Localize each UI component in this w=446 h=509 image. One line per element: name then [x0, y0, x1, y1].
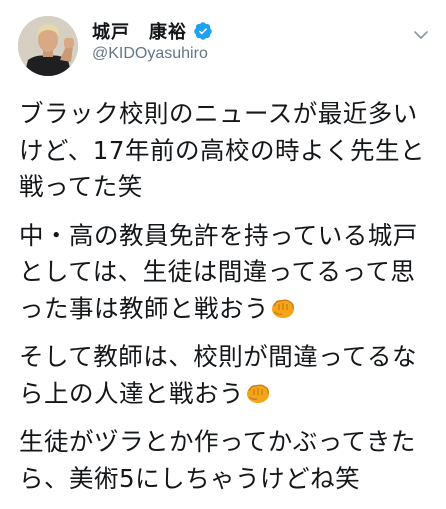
author-handle[interactable]: @KIDOyasuhiro [92, 45, 208, 63]
tweet-paragraph-2: 中・高の教員免許を持っている城戸としては、生徒は間違ってるって思った事は教師と戦… [19, 218, 439, 328]
author-display-name[interactable]: 城戸 康裕 [92, 18, 187, 44]
tweet-paragraph-4: 生徒がヅラとか作ってかぶってきたら、美術5にしちゃうけどね笑 [19, 424, 439, 497]
oncoming-fist-emoji-icon [270, 294, 296, 318]
chevron-down-icon[interactable] [410, 24, 432, 46]
tweet-card: 城戸 康裕 @KIDOyasuhiro ブラック校則のニュースが最近多いけど、1… [0, 0, 446, 500]
tweet-paragraph-3: そして教師は、校則が間違ってるなら上の人達と戦おう [19, 339, 439, 412]
tweet-paragraph-text: 中・高の教員免許を持っている城戸としては、生徒は間違ってるって思った事は教師と戦… [19, 220, 418, 323]
tweet-paragraph-text: そして教師は、校則が間違ってるなら上の人達と戦おう [19, 342, 418, 408]
profile-photo-icon [18, 16, 78, 76]
author-name-row: 城戸 康裕 [92, 19, 213, 43]
oncoming-fist-emoji-icon [245, 379, 271, 403]
tweet-paragraph-text: 生徒がヅラとか作ってかぶってきたら、美術5にしちゃうけどね笑 [19, 427, 416, 493]
avatar[interactable] [18, 16, 78, 76]
verified-badge-icon [193, 21, 213, 41]
tweet-paragraph-text: ブラック校則のニュースが最近多いけど、17年前の高校の時よく先生と戦ってた笑 [19, 99, 425, 201]
tweet-body: ブラック校則のニュースが最近多いけど、17年前の高校の時よく先生と戦ってた笑 中… [19, 96, 439, 509]
tweet-paragraph-1: ブラック校則のニュースが最近多いけど、17年前の高校の時よく先生と戦ってた笑 [19, 96, 439, 206]
